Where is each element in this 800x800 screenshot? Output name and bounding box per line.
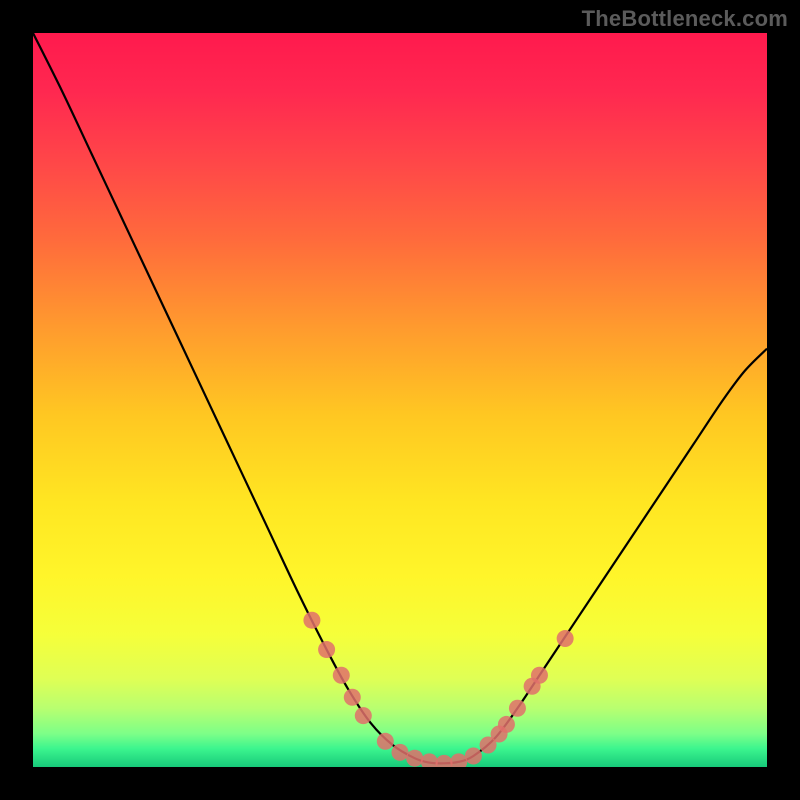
chart-bead (303, 612, 320, 629)
chart-bead (355, 707, 372, 724)
chart-background-gradient (33, 33, 767, 767)
chart-plot-area (33, 33, 767, 767)
chart-outer-frame: TheBottleneck.com (0, 0, 800, 800)
chart-svg (33, 33, 767, 767)
watermark-text: TheBottleneck.com (582, 6, 788, 32)
chart-bead (465, 747, 482, 764)
chart-bead (406, 750, 423, 767)
chart-bead (498, 716, 515, 733)
chart-bead (392, 744, 409, 761)
chart-bead (531, 667, 548, 684)
chart-bead (318, 641, 335, 658)
chart-bead (557, 630, 574, 647)
chart-bead (377, 733, 394, 750)
chart-bead (509, 700, 526, 717)
chart-bead (344, 689, 361, 706)
chart-bead (333, 667, 350, 684)
